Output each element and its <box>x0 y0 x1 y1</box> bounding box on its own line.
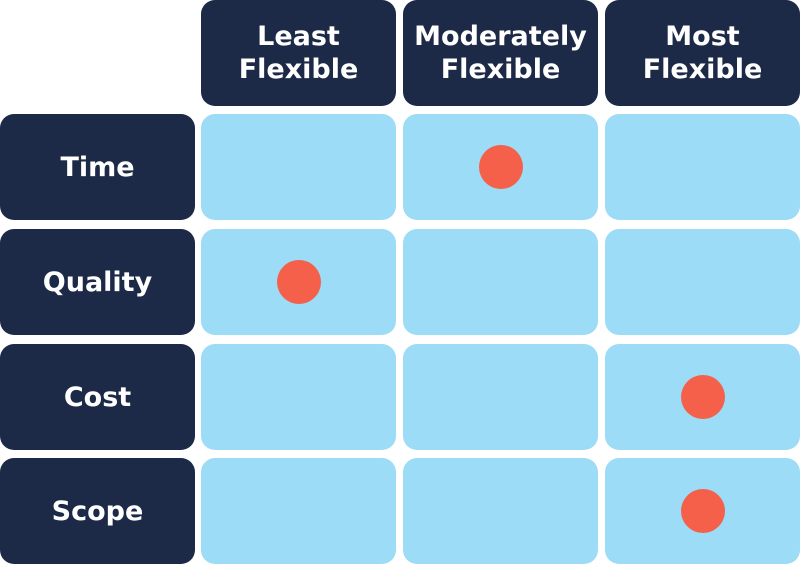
column-header-line: Flexible <box>642 54 763 85</box>
matrix-cell <box>201 458 396 564</box>
column-header-line: Flexible <box>440 54 561 85</box>
marker-dot <box>478 145 523 189</box>
matrix-cell <box>605 114 800 220</box>
row-header-label: Quality <box>42 266 153 298</box>
marker-dot <box>680 375 725 419</box>
matrix-cell <box>605 229 800 335</box>
matrix-cell <box>403 458 598 564</box>
marker-dot <box>680 489 725 533</box>
matrix-cell <box>403 114 598 220</box>
row-header-cost: Cost <box>0 344 195 450</box>
matrix-cell <box>201 229 396 335</box>
matrix-cell <box>605 458 800 564</box>
column-header-line: Most <box>665 21 740 52</box>
row-header-label: Time <box>60 151 135 183</box>
row-header-quality: Quality <box>0 229 195 335</box>
column-header-line: Moderately <box>414 21 587 52</box>
column-header-label: Moderately Flexible <box>414 20 587 86</box>
row-header-label: Scope <box>51 495 144 527</box>
column-header-line: Least <box>257 21 340 52</box>
matrix-cell <box>403 344 598 450</box>
matrix-cell <box>605 344 800 450</box>
row-header-scope: Scope <box>0 458 195 564</box>
column-header-line: Flexible <box>238 54 359 85</box>
row-header-label: Cost <box>63 381 132 413</box>
marker-dot <box>276 260 321 304</box>
matrix-cell <box>201 114 396 220</box>
matrix-cell <box>201 344 396 450</box>
column-header: Most Flexible <box>605 0 800 106</box>
matrix-cell <box>403 229 598 335</box>
column-header: Moderately Flexible <box>403 0 598 106</box>
row-header-time: Time <box>0 114 195 220</box>
column-header-label: Most Flexible <box>643 20 763 86</box>
column-header: Least Flexible <box>201 0 396 106</box>
column-header-label: Least Flexible <box>239 20 359 86</box>
